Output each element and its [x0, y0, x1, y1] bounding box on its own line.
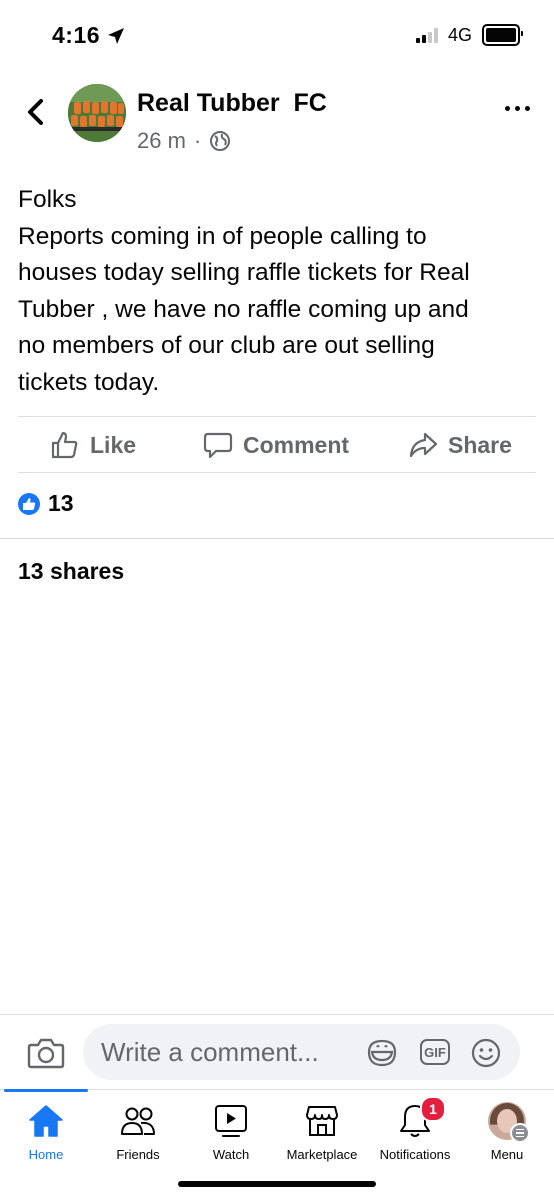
reaction-count: 13: [48, 490, 74, 516]
share-label: Share: [448, 431, 512, 458]
tab-label: Menu: [490, 1147, 524, 1162]
divider: [0, 1014, 554, 1015]
more-icon: [505, 106, 510, 111]
tab-friends[interactable]: Friends: [88, 1102, 188, 1162]
tab-label: Watch: [212, 1147, 250, 1162]
team-photo: [68, 84, 126, 142]
tab-label: Friends: [116, 1147, 160, 1162]
active-tab-indicator: [4, 1089, 88, 1092]
share-button[interactable]: Share: [408, 430, 512, 460]
post-text-line: Reports coming in of people calling to: [18, 222, 427, 250]
emoji-button[interactable]: [469, 1036, 503, 1070]
signal-icon: [415, 27, 438, 43]
back-button[interactable]: [20, 94, 50, 130]
status-indicators: 4G: [415, 24, 523, 46]
emoji-icon: [471, 1038, 501, 1068]
camera-button[interactable]: [26, 1033, 66, 1073]
tab-home[interactable]: Home: [0, 1102, 96, 1162]
comment-icon: [203, 432, 233, 459]
post-meta: 26 m ·: [137, 128, 231, 154]
notification-badge: 1: [420, 1096, 446, 1122]
tab-label: Notifications: [379, 1147, 451, 1162]
globe-icon: [210, 131, 231, 151]
marketplace-icon: [306, 1106, 338, 1136]
sticker-button[interactable]: [365, 1036, 399, 1070]
like-icon: [51, 431, 78, 459]
comment-label: Comment: [243, 431, 350, 458]
comment-input[interactable]: [101, 1024, 361, 1080]
page-avatar[interactable]: [68, 84, 126, 142]
post-text-line: houses today selling raffle tickets for …: [18, 259, 470, 287]
tab-notifications[interactable]: 1 Notifications: [365, 1096, 465, 1162]
like-button[interactable]: Like: [50, 430, 136, 460]
status-time: 4:16: [52, 22, 126, 49]
comment-button[interactable]: Comment: [203, 430, 349, 460]
like-reaction-icon: [18, 492, 40, 515]
profile-avatar: [488, 1102, 530, 1143]
network-type: 4G: [447, 24, 472, 45]
reactions-summary[interactable]: 13: [18, 490, 74, 517]
shares-count[interactable]: 13 shares: [18, 558, 124, 585]
camera-icon: [27, 1038, 65, 1069]
post-text-line: tickets today.: [18, 368, 160, 396]
friends-icon: [121, 1107, 155, 1135]
battery-icon: [482, 24, 523, 46]
menu-icon: [510, 1123, 530, 1143]
sticker-icon: [367, 1039, 397, 1067]
post-text: Folks Reports coming in of people callin…: [18, 182, 538, 402]
meta-separator: ·: [193, 128, 202, 153]
tab-marketplace[interactable]: Marketplace: [272, 1102, 372, 1162]
page-name[interactable]: Real Tubber FC: [137, 89, 327, 118]
status-time-text: 4:16: [52, 22, 101, 48]
tab-watch[interactable]: Watch: [181, 1102, 281, 1162]
gif-icon: GIF: [424, 1044, 446, 1060]
divider: [18, 472, 536, 473]
post-text-line: Tubber , we have no raffle coming up and: [18, 295, 469, 323]
watch-icon: [215, 1105, 247, 1137]
post-text-line: no members of our club are out selling: [18, 332, 435, 360]
comment-box: GIF: [83, 1024, 520, 1080]
post-time[interactable]: 26 m: [137, 128, 186, 154]
more-options-button[interactable]: [503, 100, 532, 117]
home-indicator[interactable]: [178, 1181, 376, 1187]
share-icon: [409, 432, 438, 458]
like-label: Like: [90, 431, 137, 458]
tab-label: Home: [28, 1147, 64, 1162]
location-arrow-icon: [108, 27, 125, 44]
post-actions: Like Comment Share: [0, 420, 554, 472]
home-icon: [29, 1105, 63, 1137]
back-chevron-icon: [28, 99, 43, 125]
tab-menu[interactable]: Menu: [457, 1102, 554, 1162]
post-text-line: Folks: [18, 186, 77, 213]
divider: [0, 538, 554, 539]
divider: [18, 416, 536, 417]
tab-label: Marketplace: [286, 1147, 358, 1162]
gif-button[interactable]: GIF: [420, 1039, 450, 1065]
